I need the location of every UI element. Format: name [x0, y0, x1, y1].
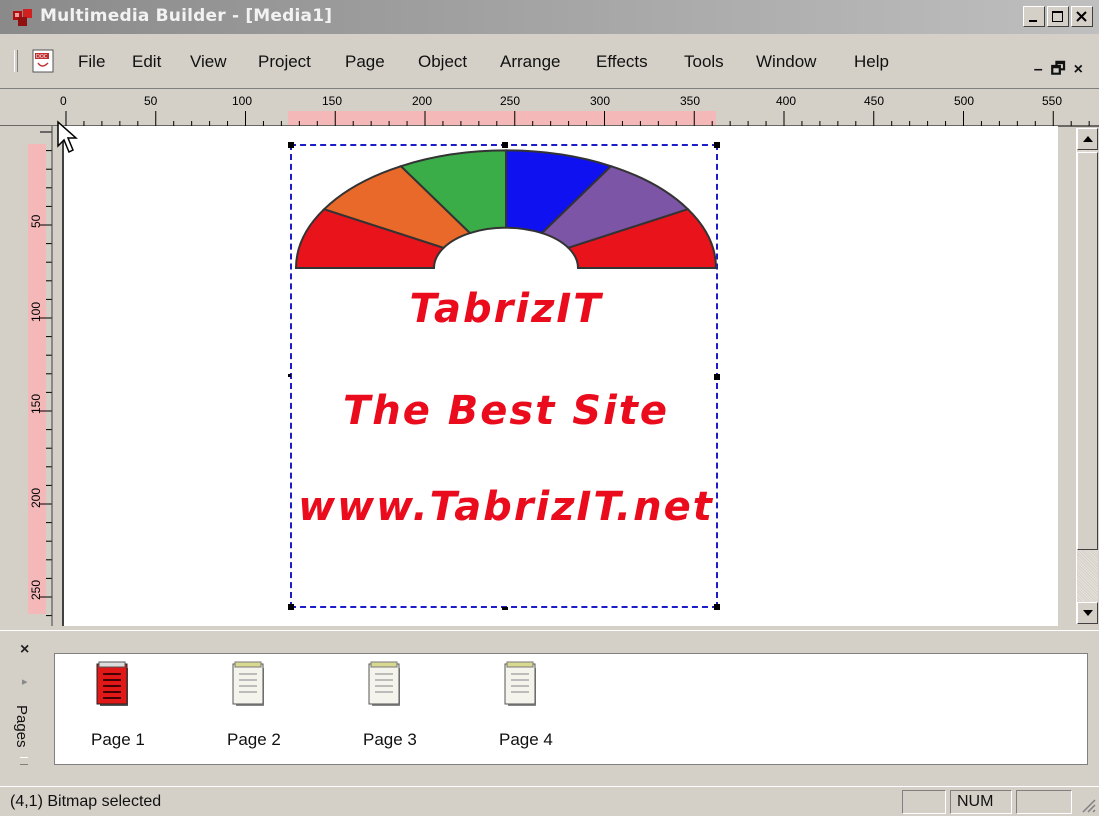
v-tick-label: 150 — [29, 394, 43, 414]
h-tick-label: 550 — [1042, 94, 1062, 108]
semicircle-arc-graphic — [294, 149, 718, 269]
caption-buttons — [1023, 6, 1093, 27]
menu-effects[interactable]: Effects — [596, 52, 648, 72]
status-message: (4,1) Bitmap selected — [10, 793, 162, 810]
menu-view[interactable]: View — [190, 52, 227, 72]
resize-handle-w[interactable] — [288, 374, 291, 377]
close-icon — [1076, 11, 1087, 22]
menu-bar: DOC File Edit View Project Page Object A… — [0, 36, 1099, 88]
menu-edit[interactable]: Edit — [132, 52, 161, 72]
v-tick-label: 200 — [29, 488, 43, 508]
bitmap-text-line1: TabrizIT — [409, 286, 603, 332]
scroll-up-button[interactable] — [1077, 128, 1098, 150]
title-bar[interactable]: Multimedia Builder - [Media1] — [0, 0, 1099, 34]
page-label: Page 4 — [499, 730, 553, 749]
page-icon — [232, 661, 264, 706]
v-tick-label: 100 — [29, 302, 43, 322]
app-logo-icon — [13, 9, 32, 26]
vertical-ruler-ticks: 50 100 150 200 250 — [29, 126, 53, 626]
document-icon[interactable]: DOC — [30, 48, 58, 74]
resize-handle-e[interactable] — [714, 374, 720, 380]
menu-tools[interactable]: Tools — [684, 52, 724, 72]
page-icon — [504, 661, 536, 706]
h-tick-label: 300 — [590, 94, 610, 108]
page-thumbnail-3[interactable]: Page 3 — [327, 658, 417, 758]
h-tick-label: 250 — [500, 94, 520, 108]
scroll-thumb[interactable] — [1077, 152, 1098, 550]
panel-close-icon[interactable]: × — [20, 641, 29, 659]
h-tick-label: 100 — [232, 94, 252, 108]
ruler-left-margin — [0, 126, 28, 626]
v-tick-label: 50 — [29, 214, 43, 228]
pages-list: Page 1 Page 2 Page 3 Page 4 — [54, 653, 1088, 765]
resize-grip-icon[interactable] — [1079, 796, 1097, 814]
status-bar: (4,1) Bitmap selected NUM — [0, 786, 1099, 816]
h-tick-label: 500 — [954, 94, 974, 108]
window-title: Multimedia Builder - [Media1] — [40, 6, 333, 26]
h-tick-label: 200 — [412, 94, 432, 108]
page-thumbnail-4[interactable]: Page 4 — [463, 658, 553, 758]
app-window: Multimedia Builder - [Media1] DOC File E… — [0, 0, 1099, 816]
minimize-icon — [1029, 20, 1037, 22]
resize-handle-n[interactable] — [502, 142, 508, 148]
menu-arrange[interactable]: Arrange — [500, 52, 560, 72]
panel-grip[interactable] — [20, 757, 28, 765]
menu-object[interactable]: Object — [418, 52, 467, 72]
resize-handle-se[interactable] — [714, 604, 720, 610]
resize-handle-nw[interactable] — [288, 142, 294, 148]
h-tick-label: 50 — [144, 94, 158, 108]
selected-bitmap[interactable]: TabrizIT The Best Site www.TabrizIT.net — [288, 142, 720, 610]
arrow-down-icon — [1083, 610, 1093, 616]
status-pane-empty — [1016, 790, 1072, 814]
resize-handle-sw[interactable] — [288, 604, 294, 610]
maximize-button[interactable] — [1047, 6, 1069, 27]
page-canvas[interactable]: TabrizIT The Best Site www.TabrizIT.net — [62, 126, 1058, 626]
vertical-scrollbar[interactable] — [1076, 128, 1098, 624]
menu-window[interactable]: Window — [756, 52, 816, 72]
maximize-icon — [1052, 11, 1063, 22]
menu-project[interactable]: Project — [258, 52, 311, 72]
menu-file[interactable]: File — [78, 52, 105, 72]
horizontal-ruler[interactable]: 0 50 100 150 200 250 300 350 400 450 500… — [0, 88, 1099, 127]
pages-panel-title: Pages — [13, 705, 30, 748]
h-tick-label: 400 — [776, 94, 796, 108]
h-tick-label: 350 — [680, 94, 700, 108]
bitmap-text-line2: The Best Site — [342, 388, 670, 434]
pages-panel: × ▸ Pages Page 1 Page 2 Page 3 Page 4 — [0, 630, 1099, 770]
bitmap-text-line3: www.TabrizIT.net — [298, 484, 714, 530]
close-button[interactable] — [1071, 6, 1093, 27]
minimize-button[interactable] — [1023, 6, 1045, 27]
page-active-icon — [96, 661, 128, 706]
status-pane-empty — [902, 790, 946, 814]
h-tick-label: 0 — [60, 94, 67, 108]
horizontal-ruler-ticks: 0 50 100 150 200 250 300 350 400 450 500… — [0, 94, 1099, 127]
h-tick-label: 450 — [864, 94, 884, 108]
mouse-cursor-icon — [57, 120, 78, 154]
page-icon — [368, 661, 400, 706]
menu-page[interactable]: Page — [345, 52, 385, 72]
resize-handle-ne[interactable] — [714, 142, 720, 148]
panel-expand-icon[interactable]: ▸ — [22, 675, 28, 688]
resize-handle-s[interactable] — [502, 607, 508, 610]
h-tick-label: 150 — [322, 94, 342, 108]
v-tick-label: 250 — [29, 580, 43, 600]
page-thumbnail-1[interactable]: Page 1 — [55, 658, 145, 758]
vertical-ruler[interactable]: 50 100 150 200 250 — [28, 126, 62, 626]
menu-help[interactable]: Help — [854, 52, 889, 72]
arrow-up-icon — [1083, 136, 1093, 142]
mdi-window-controls[interactable]: –🗗× — [1034, 58, 1091, 85]
status-num-indicator: NUM — [950, 790, 1012, 814]
toolbar-grip[interactable] — [14, 50, 18, 72]
scroll-down-button[interactable] — [1077, 602, 1098, 624]
svg-text:DOC: DOC — [36, 54, 48, 60]
page-thumbnail-2[interactable]: Page 2 — [191, 658, 281, 758]
